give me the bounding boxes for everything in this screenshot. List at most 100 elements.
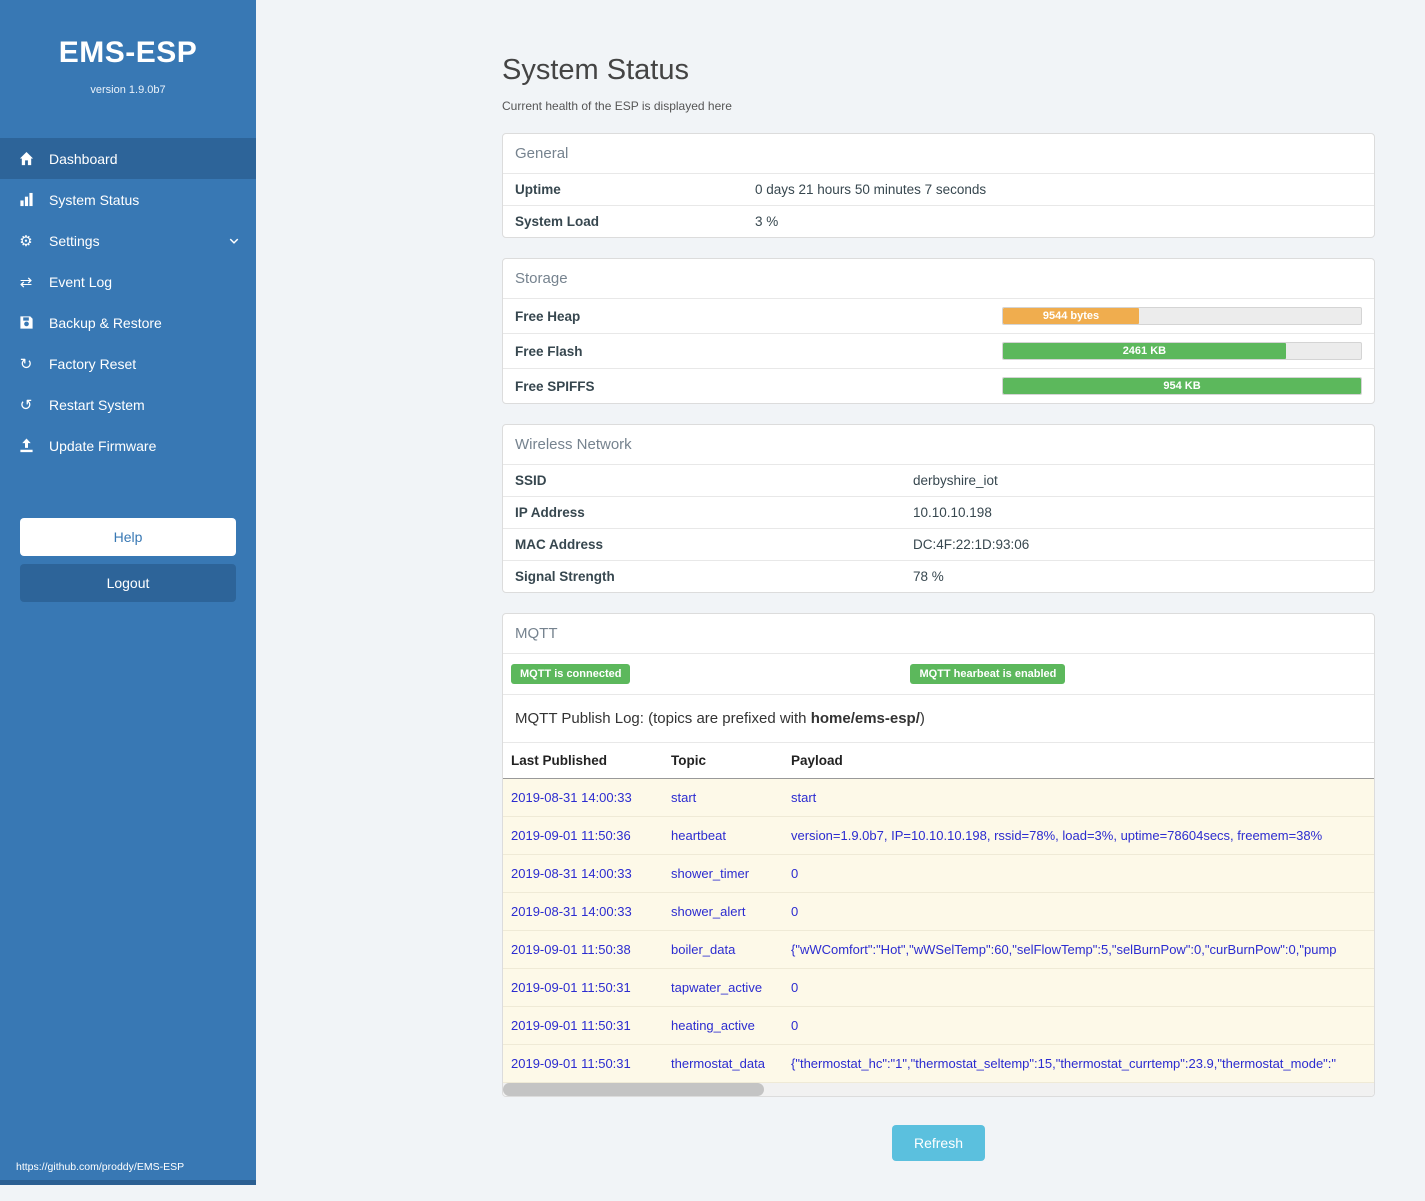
free-heap-label: Free Heap [515,309,1002,324]
sidebar-item-label: Restart System [49,397,145,413]
sidebar-buttons: Help Logout [20,518,236,602]
ip-address-label: IP Address [515,505,913,520]
sidebar-item-update-firmware[interactable]: Update Firmware [0,425,256,466]
sidebar-item-label: Factory Reset [49,356,136,372]
sidebar: EMS-ESP version 1.9.0b7 Dashboard System… [0,0,256,1185]
wireless-panel-header: Wireless Network [503,425,1374,464]
ssid-row: SSID derbyshire_iot [503,464,1374,496]
column-last-published: Last Published [511,753,671,768]
mqtt-log-title-topic-prefix: home/ems-esp/ [811,710,920,727]
log-payload: start [791,790,1366,805]
signal-strength-value: 78 % [913,569,944,584]
ssid-label: SSID [515,473,913,488]
uptime-label: Uptime [515,182,755,197]
mqtt-log-row: 2019-09-01 11:50:38 boiler_data {"wWComf… [503,931,1374,969]
upload-icon [16,438,36,453]
mqtt-connected-badge: MQTT is connected [511,664,630,684]
app-title: EMS-ESP [0,36,256,70]
general-panel: General Uptime 0 days 21 hours 50 minute… [502,133,1375,238]
restart-icon: ↺ [16,396,36,414]
log-topic: thermostat_data [671,1056,791,1071]
exchange-icon: ⇄ [16,273,36,291]
log-published: 2019-09-01 11:50:36 [511,828,671,843]
log-topic: shower_timer [671,866,791,881]
log-payload: 0 [791,1018,1366,1033]
log-topic: heartbeat [671,828,791,843]
log-topic: start [671,790,791,805]
app-version: version 1.9.0b7 [0,84,256,96]
log-published: 2019-09-01 11:50:31 [511,980,671,995]
mqtt-log-title-suffix: ) [920,710,925,727]
log-published: 2019-08-31 14:00:33 [511,790,671,805]
log-payload: version=1.9.0b7, IP=10.10.10.198, rssid=… [791,828,1366,843]
github-link[interactable]: https://github.com/proddy/EMS-ESP [16,1161,184,1173]
horizontal-scrollbar[interactable] [503,1083,1374,1096]
reset-icon: ↻ [16,355,36,373]
mqtt-badges: MQTT is connected MQTT hearbeat is enabl… [503,653,1374,694]
sidebar-item-label: System Status [49,192,139,208]
log-topic: heating_active [671,1018,791,1033]
storage-panel: Storage Free Heap 9544 bytes Free Flash … [502,258,1375,404]
log-published: 2019-09-01 11:50:38 [511,942,671,957]
free-flash-label: Free Flash [515,344,1002,359]
mac-address-label: MAC Address [515,537,913,552]
sidebar-item-label: Event Log [49,274,112,290]
save-icon [16,315,36,330]
horizontal-scrollbar-thumb[interactable] [503,1083,764,1096]
mqtt-panel-header: MQTT [503,614,1374,653]
page-title: System Status [502,54,1375,87]
sidebar-item-label: Backup & Restore [49,315,162,331]
column-payload: Payload [791,753,1366,768]
mqtt-log-row: 2019-09-01 11:50:31 heating_active 0 [503,1007,1374,1045]
log-payload: 0 [791,866,1366,881]
gear-icon: ⚙ [16,232,36,250]
sidebar-item-restart-system[interactable]: ↺ Restart System [0,384,256,425]
chart-icon [16,192,36,207]
log-published: 2019-09-01 11:50:31 [511,1056,671,1071]
sidebar-item-event-log[interactable]: ⇄ Event Log [0,261,256,302]
general-panel-header: General [503,134,1374,173]
uptime-value: 0 days 21 hours 50 minutes 7 seconds [755,182,986,197]
sidebar-item-label: Dashboard [49,151,118,167]
logout-button[interactable]: Logout [20,564,236,602]
mqtt-log-header: Last Published Topic Payload [503,742,1374,779]
refresh-button[interactable]: Refresh [892,1125,985,1161]
log-topic: tapwater_active [671,980,791,995]
signal-strength-row: Signal Strength 78 % [503,560,1374,592]
system-load-row: System Load 3 % [503,205,1374,237]
free-flash-bar: 2461 KB [1003,343,1286,359]
sidebar-nav: Dashboard System Status ⚙ Settings ⇄ Eve… [0,138,256,466]
free-heap-bar-track: 9544 bytes [1002,307,1362,325]
sidebar-item-system-status[interactable]: System Status [0,179,256,220]
mqtt-heartbeat-badge: MQTT hearbeat is enabled [910,664,1065,684]
mqtt-log-row: 2019-08-31 14:00:33 start start [503,779,1374,817]
ssid-value: derbyshire_iot [913,473,998,488]
free-spiffs-row: Free SPIFFS 954 KB [503,368,1374,403]
sidebar-item-backup-restore[interactable]: Backup & Restore [0,302,256,343]
log-topic: shower_alert [671,904,791,919]
ip-address-row: IP Address 10.10.10.198 [503,496,1374,528]
brand: EMS-ESP version 1.9.0b7 [0,0,256,96]
chevron-down-icon [228,235,240,247]
storage-panel-header: Storage [503,259,1374,298]
log-published: 2019-09-01 11:50:31 [511,1018,671,1033]
free-spiffs-bar-track: 954 KB [1002,377,1362,395]
mqtt-log-title: MQTT Publish Log: (topics are prefixed w… [503,694,1374,742]
log-payload: {"wWComfort":"Hot","wWSelTemp":60,"selFl… [791,942,1366,957]
free-heap-bar: 9544 bytes [1003,308,1139,324]
sidebar-item-factory-reset[interactable]: ↻ Factory Reset [0,343,256,384]
mqtt-log-row: 2019-08-31 14:00:33 shower_timer 0 [503,855,1374,893]
log-topic: boiler_data [671,942,791,957]
mac-address-row: MAC Address DC:4F:22:1D:93:06 [503,528,1374,560]
mqtt-log-row: 2019-08-31 14:00:33 shower_alert 0 [503,893,1374,931]
wireless-panel: Wireless Network SSID derbyshire_iot IP … [502,424,1375,593]
ip-address-value: 10.10.10.198 [913,505,992,520]
sidebar-item-settings[interactable]: ⚙ Settings [0,220,256,261]
home-icon [16,151,36,166]
sidebar-item-dashboard[interactable]: Dashboard [0,138,256,179]
log-published: 2019-08-31 14:00:33 [511,904,671,919]
help-button[interactable]: Help [20,518,236,556]
sidebar-item-label: Settings [49,233,100,249]
mqtt-log-row: 2019-09-01 11:50:31 tapwater_active 0 [503,969,1374,1007]
main-content: System Status Current health of the ESP … [256,0,1425,1201]
